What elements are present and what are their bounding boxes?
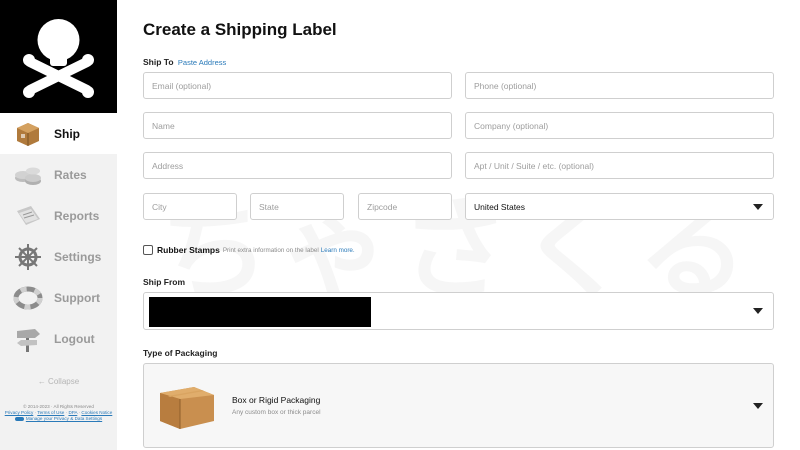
sidebar-item-label: Reports <box>54 208 100 223</box>
ship-to-label: Ship To Paste Address <box>143 57 227 67</box>
terms-link[interactable]: Terms of Use <box>37 410 64 415</box>
sidebar-footer: © 2014-2023 · All Rights Reserved Privac… <box>0 404 117 422</box>
paste-address-link[interactable]: Paste Address <box>178 58 226 67</box>
sidebar-item-label: Logout <box>54 331 95 346</box>
phone-field[interactable] <box>465 72 774 99</box>
signpost-icon <box>12 323 44 355</box>
packaging-label: Type of Packaging <box>143 348 218 358</box>
packaging-subtitle: Any custom box or thick parcel <box>232 409 321 416</box>
sidebar-item-ship[interactable]: Ship <box>0 113 117 154</box>
zipcode-field[interactable] <box>358 193 452 220</box>
email-field[interactable] <box>143 72 452 99</box>
dpa-link[interactable]: DPA <box>68 410 77 415</box>
page-title: Create a Shipping Label <box>143 20 337 39</box>
shipping-box-icon <box>12 118 44 150</box>
sidebar-item-reports[interactable]: Reports <box>0 195 117 236</box>
rubber-stamps-help: Print extra information on the label <box>222 246 319 254</box>
sidebar-item-label: Settings <box>54 249 102 264</box>
chevron-down-icon <box>753 203 763 210</box>
sidebar: Ship Rates Reports Settings Support Logo… <box>0 0 117 450</box>
sidebar-item-support[interactable]: Support <box>0 277 117 318</box>
packaging-select[interactable]: Box or Rigid Packaging Any custom box or… <box>143 363 774 448</box>
cookies-link[interactable]: Cookies Notice <box>81 410 112 415</box>
state-field[interactable] <box>250 193 344 220</box>
coin-stack-icon <box>12 159 44 191</box>
chevron-down-icon <box>753 308 763 314</box>
name-field[interactable] <box>143 112 452 139</box>
ship-wheel-icon <box>12 241 44 273</box>
sidebar-item-label: Support <box>54 290 100 305</box>
sidebar-item-logout[interactable]: Logout <box>0 318 117 359</box>
app-logo[interactable] <box>0 0 117 113</box>
redacted-address <box>149 297 371 327</box>
ship-from-label: Ship From <box>143 277 186 287</box>
life-ring-icon <box>12 282 44 314</box>
chevron-down-icon <box>753 403 763 409</box>
skull-crossbones-icon <box>23 19 94 98</box>
sidebar-item-label: Rates <box>54 167 87 182</box>
country-select[interactable]: United States <box>465 193 774 220</box>
rubber-stamps-row: Rubber Stamps Print extra information on… <box>143 245 355 255</box>
city-field[interactable] <box>143 193 237 220</box>
collapse-button[interactable]: ← Collapse <box>0 377 117 386</box>
main-content: ちゃさくる Create a Shipping Label Ship To Pa… <box>117 0 800 450</box>
sidebar-item-label: Ship <box>54 126 80 141</box>
packaging-title: Box or Rigid Packaging <box>232 395 321 405</box>
rubber-stamps-checkbox[interactable] <box>143 245 153 255</box>
manage-privacy-link[interactable]: Manage your Privacy & Data Settings <box>26 416 102 421</box>
rubber-stamps-label[interactable]: Rubber Stamps <box>157 245 220 255</box>
learn-more-link[interactable]: Learn more. <box>321 247 355 254</box>
ship-from-select[interactable] <box>143 292 774 330</box>
country-value: United States <box>474 201 526 212</box>
apt-field[interactable] <box>465 152 774 179</box>
address-field[interactable] <box>143 152 452 179</box>
privacy-policy-link[interactable]: Privacy Policy <box>5 410 34 415</box>
sidebar-item-rates[interactable]: Rates <box>0 154 117 195</box>
sidebar-item-settings[interactable]: Settings <box>0 236 117 277</box>
reports-icon <box>12 200 44 232</box>
company-field[interactable] <box>465 112 774 139</box>
cardboard-box-icon <box>160 387 214 429</box>
privacy-toggle-icon[interactable] <box>14 416 24 421</box>
